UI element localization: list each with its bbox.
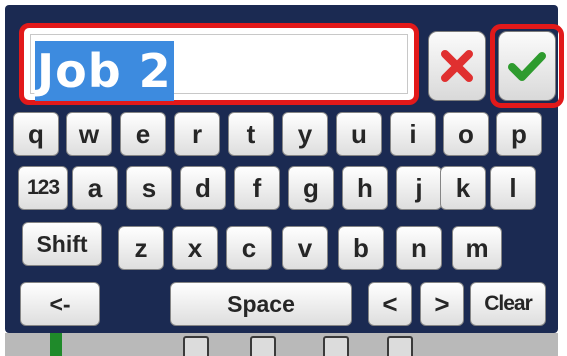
key-o[interactable]: o [443, 112, 489, 156]
edit-icon [250, 336, 276, 356]
key-j[interactable]: j [396, 166, 442, 210]
key-e[interactable]: e [120, 112, 166, 156]
info-icon [183, 336, 209, 356]
backspace-key[interactable]: <- [20, 282, 100, 326]
add-icon [50, 333, 62, 356]
key-v[interactable]: v [282, 226, 328, 270]
key-d[interactable]: d [180, 166, 226, 210]
cancel-button[interactable] [428, 31, 486, 101]
key-f[interactable]: f [234, 166, 280, 210]
ok-button[interactable] [498, 31, 556, 101]
key-q[interactable]: q [13, 112, 59, 156]
calendar-icon [387, 336, 413, 356]
key-m[interactable]: m [452, 226, 502, 270]
cursor-left-key[interactable]: < [368, 282, 412, 326]
key-t[interactable]: t [228, 112, 274, 156]
close-icon [441, 50, 473, 82]
key-w[interactable]: w [66, 112, 112, 156]
key-l[interactable]: l [490, 166, 536, 210]
input-highlight-frame: Job 2 [19, 23, 419, 105]
key-z[interactable]: z [118, 226, 164, 270]
cursor-right-key[interactable]: > [420, 282, 464, 326]
job-name-input[interactable]: Job 2 [30, 34, 408, 101]
key-n[interactable]: n [396, 226, 442, 270]
key-u[interactable]: u [336, 112, 382, 156]
clear-key[interactable]: Clear [470, 282, 546, 326]
key-shift[interactable]: Shift [22, 222, 102, 266]
key-y[interactable]: y [282, 112, 328, 156]
background-toolbar [5, 333, 558, 356]
key-c[interactable]: c [226, 226, 272, 270]
key-g[interactable]: g [288, 166, 334, 210]
selected-text: Job 2 [35, 41, 174, 101]
key-k[interactable]: k [440, 166, 486, 210]
key-b[interactable]: b [338, 226, 384, 270]
space-key[interactable]: Space [170, 282, 352, 326]
key-p[interactable]: p [496, 112, 542, 156]
key-i[interactable]: i [390, 112, 436, 156]
key-h[interactable]: h [342, 166, 388, 210]
key-123[interactable]: 123 [18, 166, 68, 210]
check-icon [508, 52, 546, 81]
upload-icon [323, 336, 349, 356]
key-s[interactable]: s [126, 166, 172, 210]
key-x[interactable]: x [172, 226, 218, 270]
key-a[interactable]: a [72, 166, 118, 210]
key-r[interactable]: r [174, 112, 220, 156]
